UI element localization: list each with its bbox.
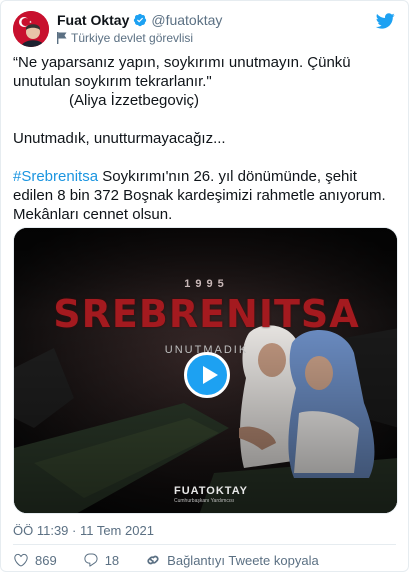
reply-button[interactable]: 18 [83, 552, 119, 568]
tweet-line: edilen 8 bin 372 Boşnak kardeşimizi rahm… [13, 187, 386, 204]
author-names: Fuat Oktay @fuatoktay Türkiye devlet gör… [57, 12, 222, 45]
copy-link-label: Bağlantıyı Tweete kopyala [167, 552, 319, 568]
avatar-image [13, 11, 49, 47]
like-button[interactable]: 869 [13, 552, 57, 568]
twitter-logo-icon[interactable] [374, 11, 396, 31]
link-icon [147, 555, 159, 565]
video-title-headline: SREBRENITSA [53, 292, 360, 336]
tweet-text: “Ne yaparsanız yapın, soykırımı unutmayı… [13, 53, 398, 224]
divider [13, 544, 396, 545]
tweet-header: Fuat Oktay @fuatoktay Türkiye devlet gör… [13, 11, 396, 47]
tweet-card: Fuat Oktay @fuatoktay Türkiye devlet gör… [0, 0, 409, 572]
account-label: Türkiye devlet görevlisi [71, 31, 194, 45]
copy-link-button[interactable]: Bağlantıyı Tweete kopyala [145, 552, 319, 568]
video-brand-watermark: FUATOKTAY [174, 485, 248, 497]
handle[interactable]: @fuatoktay [151, 12, 222, 28]
display-name[interactable]: Fuat Oktay [57, 12, 129, 28]
verified-badge-icon [134, 13, 147, 27]
tweet-timestamp[interactable]: ÖÖ 11:39 · 11 Tem 2021 [13, 523, 154, 538]
video-player[interactable]: 1995 SREBRENITSA UNUTMADIK FUATOKTAY Cum… [13, 227, 398, 514]
play-button[interactable] [184, 352, 230, 398]
tweet-line: Mekânları cennet olsun. [13, 206, 173, 223]
tweet-line: unutulan soykırım tekrarlanır." [13, 73, 212, 90]
tweet-line: #Srebrenitsa Soykırımı'nın 26. yıl dönüm… [13, 167, 398, 186]
video-title-year: 1995 [184, 278, 229, 290]
tweet-line: Unutmadık, unutturmayacağız... [13, 130, 226, 147]
video-brand-subtitle: Cumhurbaşkanı Yardımcısı [174, 498, 235, 504]
tweet-line-attribution: (Aliya İzzetbegoviç) [69, 92, 200, 109]
like-count: 869 [35, 552, 57, 568]
reply-count: 18 [104, 552, 120, 568]
reply-bubble-icon [84, 553, 98, 567]
avatar[interactable] [13, 11, 49, 47]
tweet-line: “Ne yaparsanız yapın, soykırımı unutmayı… [13, 54, 351, 71]
heart-icon [14, 553, 28, 567]
tweet-line-rest: Soykırımı'nın 26. yıl dönümünde, şehit [98, 168, 357, 185]
government-label-flag-icon [57, 32, 67, 44]
tweet-actions: 869 18 Bağlantıyı Tweete kopyala [13, 552, 345, 568]
hashtag-link[interactable]: #Srebrenitsa [13, 168, 98, 185]
